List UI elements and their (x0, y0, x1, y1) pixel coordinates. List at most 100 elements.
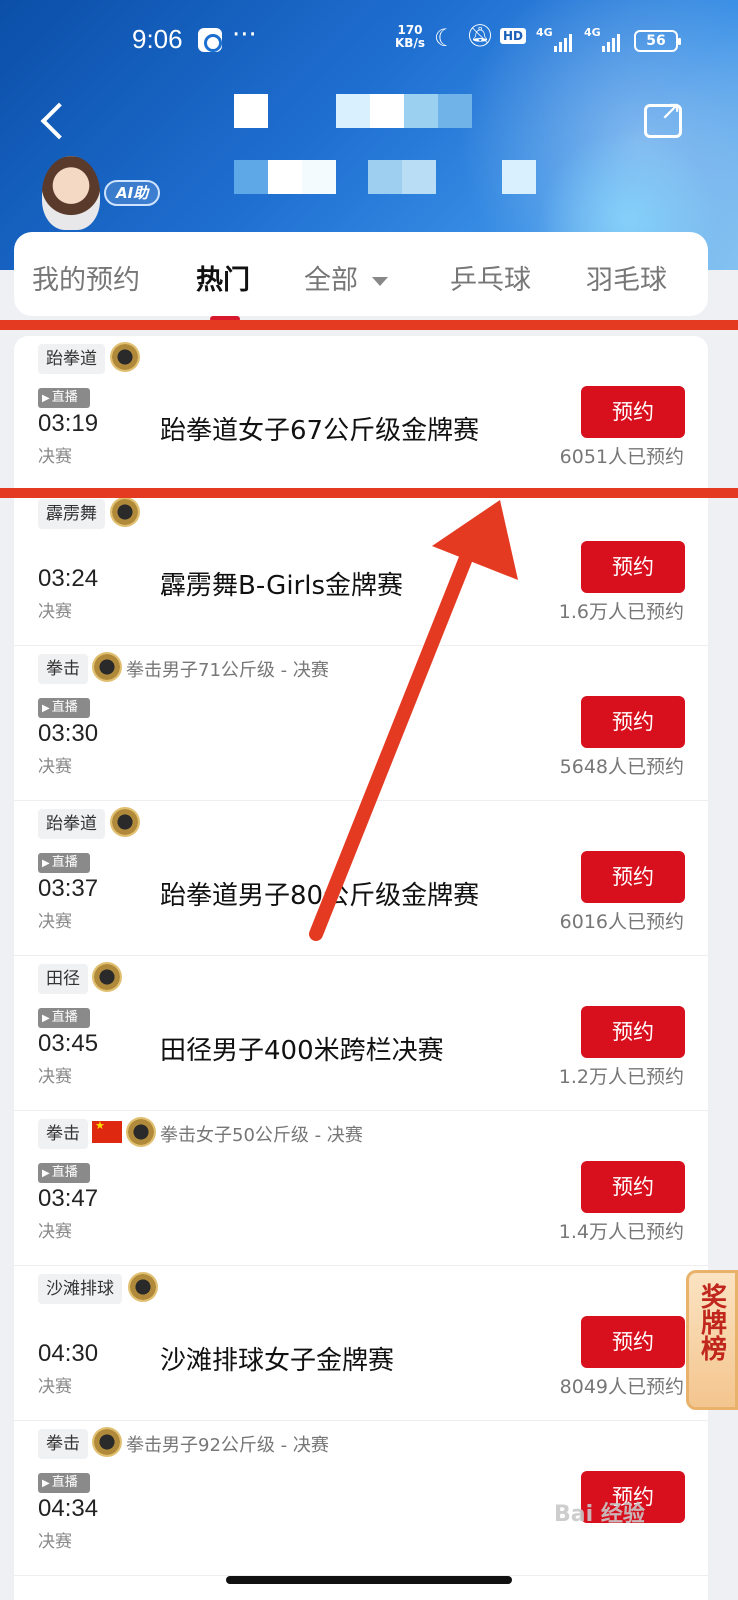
event-stage: 决赛 (38, 1067, 72, 1087)
live-badge: 直播 (38, 1008, 90, 1028)
reserve-button[interactable]: 预约 (581, 386, 685, 438)
reservation-count: 8049人已预约 (559, 1376, 684, 1398)
reserve-button[interactable]: 预约 (581, 696, 685, 748)
muted-bell-icon: 🔕︎ (466, 24, 494, 49)
event-stage: 决赛 (38, 1377, 72, 1397)
event-title: 沙滩排球女子金牌赛 (160, 1346, 395, 1376)
event-time: 03:24 (38, 565, 99, 592)
reserve-button[interactable]: 预约 (581, 541, 685, 593)
tab-hot[interactable]: 热门 (196, 258, 250, 297)
status-time: 9:06 (132, 24, 183, 54)
event-title: 田径男子400米跨栏决赛 (160, 1036, 444, 1066)
ai-assistant-avatar[interactable] (42, 156, 100, 230)
list-item[interactable]: 田径 直播 03:45 决赛 田径男子400米跨栏决赛 预约 1.2万人已预约 (14, 956, 708, 1111)
live-badge: 直播 (38, 698, 90, 718)
sport-tag: 田径 (38, 964, 88, 994)
tab-badminton[interactable]: 羽毛球 (586, 258, 667, 297)
medal-icon (92, 1427, 122, 1457)
medal-icon (92, 652, 122, 682)
sport-tag: 霹雳舞 (38, 499, 105, 529)
live-badge: 直播 (38, 1163, 90, 1183)
reservation-count: 6051人已预约 (559, 446, 684, 468)
more-notifications-icon: ··· (232, 20, 257, 50)
event-subtitle: 拳击男子71公斤级 - 决赛 (126, 660, 329, 681)
app-notification-icon (198, 28, 222, 52)
event-time: 03:45 (38, 1030, 99, 1057)
china-flag-icon (92, 1119, 122, 1143)
sport-tag: 跆拳道 (38, 344, 105, 374)
header: 9:06 ··· 170 KB/s ☾ 🔕︎ HD 4G 4G 56 ↗ AI助 (0, 0, 738, 270)
event-stage: 决赛 (38, 602, 72, 622)
reserve-button[interactable]: 预约 (581, 1161, 685, 1213)
sport-tag: 沙滩排球 (38, 1274, 122, 1304)
event-title: 跆拳道女子67公斤级金牌赛 (160, 416, 480, 446)
sport-tag: 拳击 (38, 1119, 88, 1149)
annotation-line-bottom (0, 488, 738, 498)
tab-all[interactable]: 全部 (304, 258, 388, 297)
event-time: 03:30 (38, 720, 99, 747)
event-time: 04:30 (38, 1340, 99, 1367)
status-bar: 9:06 ··· 170 KB/s ☾ 🔕︎ HD 4G 4G 56 (0, 20, 738, 60)
share-icon[interactable]: ↗ (638, 96, 690, 144)
tab-bar: 我的预约 热门 全部 乒乓球 羽毛球 (14, 232, 708, 322)
list-item[interactable]: 拳击 拳击女子50公斤级 - 决赛 直播 03:47 决赛 预约 1.4万人已预… (14, 1111, 708, 1266)
event-list: 跆拳道 直播 03:19 决赛 跆拳道女子67公斤级金牌赛 预约 6051人已预… (14, 336, 708, 1600)
ai-assistant-badge[interactable]: AI助 (104, 180, 161, 206)
event-time: 04:34 (38, 1495, 99, 1522)
event-time: 03:19 (38, 410, 99, 437)
reserve-button[interactable]: 预约 (581, 1006, 685, 1058)
network-speed-unit: KB/s (395, 36, 425, 50)
event-stage: 决赛 (38, 757, 72, 777)
hd-badge: HD (500, 28, 527, 44)
reserve-button[interactable]: 预约 (581, 851, 685, 903)
medal-icon (128, 1272, 158, 1302)
list-item[interactable]: 跆拳道 直播 03:37 决赛 跆拳道男子80公斤级金牌赛 预约 6016人已预… (14, 801, 708, 956)
list-item[interactable]: 拳击 拳击男子71公斤级 - 决赛 直播 03:30 决赛 预约 5648人已预… (14, 646, 708, 801)
event-subtitle: 拳击女子50公斤级 - 决赛 (160, 1125, 363, 1146)
reservation-count: 1.6万人已预约 (558, 601, 684, 623)
medal-icon (126, 1117, 156, 1147)
event-title: 跆拳道男子80公斤级金牌赛 (160, 881, 480, 911)
battery-icon: 56 (634, 30, 681, 52)
dropdown-icon (372, 277, 388, 286)
event-subtitle: 拳击男子92公斤级 - 决赛 (126, 1435, 329, 1456)
event-stage: 决赛 (38, 1222, 72, 1242)
medal-icon (110, 807, 140, 837)
list-item[interactable]: 霹雳舞 03:24 决赛 霹雳舞B-Girls金牌赛 预约 1.6万人已预约 (14, 491, 708, 646)
network-type-1: 4G (536, 26, 553, 39)
sport-tag: 跆拳道 (38, 809, 105, 839)
event-time: 03:47 (38, 1185, 99, 1212)
sport-tag: 拳击 (38, 654, 88, 684)
tab-my-reservations[interactable]: 我的预约 (32, 258, 140, 297)
event-title: 霹雳舞B-Girls金牌赛 (160, 571, 404, 601)
event-stage: 决赛 (38, 1532, 72, 1552)
list-item[interactable]: 跆拳道 直播 03:19 决赛 跆拳道女子67公斤级金牌赛 预约 6051人已预… (14, 336, 708, 491)
tab-all-label: 全部 (304, 265, 358, 296)
medal-icon (110, 497, 140, 527)
signal-bars-1-icon (554, 32, 572, 52)
tab-table-tennis[interactable]: 乒乓球 (450, 258, 531, 297)
sport-tag: 拳击 (38, 1429, 88, 1459)
reservation-count: 6016人已预约 (559, 911, 684, 933)
list-item[interactable]: 沙滩排球 04:30 决赛 沙滩排球女子金牌赛 预约 8049人已预约 (14, 1266, 708, 1421)
medal-icon (92, 962, 122, 992)
annotation-line-top (0, 320, 738, 330)
live-badge: 直播 (38, 853, 90, 873)
do-not-disturb-icon: ☾ (434, 24, 456, 52)
back-arrow-icon[interactable] (36, 100, 76, 144)
medal-board-label: 奖牌榜 (696, 1283, 727, 1361)
live-badge: 直播 (38, 388, 90, 408)
home-indicator[interactable] (226, 1576, 512, 1584)
signal-bars-2-icon (602, 32, 620, 52)
medal-icon (110, 342, 140, 372)
reserve-button[interactable]: 预约 (581, 1316, 685, 1368)
medal-board-widget[interactable]: 奖牌榜 (686, 1270, 738, 1410)
event-stage: 决赛 (38, 447, 72, 467)
reservation-count: 5648人已预约 (559, 756, 684, 778)
event-time: 03:37 (38, 875, 99, 902)
event-stage: 决赛 (38, 912, 72, 932)
reservation-count: 1.2万人已预约 (558, 1066, 684, 1088)
live-badge: 直播 (38, 1473, 90, 1493)
watermark: Bai 经验 (554, 1502, 645, 1527)
network-type-2: 4G (584, 26, 601, 39)
